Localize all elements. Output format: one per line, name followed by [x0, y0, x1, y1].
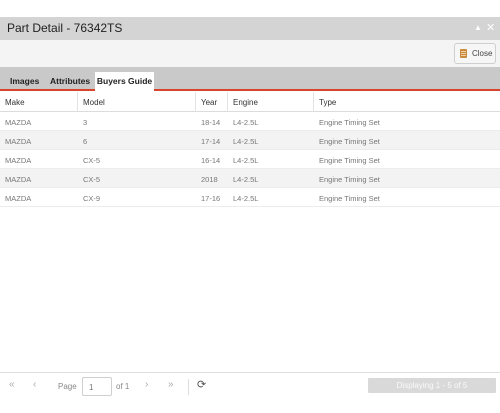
column-header-make[interactable]: Make: [0, 92, 78, 112]
next-page-icon[interactable]: ›: [145, 379, 148, 390]
cell-engine: L4-2.5L: [233, 194, 259, 203]
cell-year: 17-14: [201, 137, 221, 146]
last-page-icon[interactable]: »: [168, 379, 174, 390]
cell-type: Engine Timing Set: [319, 194, 380, 203]
cell-year: 16-14: [201, 156, 221, 165]
tab-attributes[interactable]: Attributes: [50, 71, 90, 90]
cell-type: Engine Timing Set: [319, 156, 380, 165]
cell-engine: L4-2.5L: [233, 118, 259, 127]
page-number-input[interactable]: 1: [82, 377, 112, 396]
column-header-year[interactable]: Year: [196, 92, 228, 112]
display-count-label: Displaying 1 - 5 of 5: [368, 378, 496, 393]
close-button[interactable]: Close: [454, 43, 496, 64]
column-header-model[interactable]: Model: [78, 92, 196, 112]
cell-make: MAZDA: [5, 118, 32, 127]
cell-make: MAZDA: [5, 175, 32, 184]
paging-toolbar: « ‹ Page 1 of 1 › » ⟳ Displaying 1 - 5 o…: [0, 372, 500, 400]
table-row[interactable]: MAZDA CX-9 17-16 L4-2.5L Engine Timing S…: [0, 188, 500, 207]
cell-make: MAZDA: [5, 137, 32, 146]
refresh-icon[interactable]: ⟳: [197, 378, 206, 391]
cell-year: 18-14: [201, 118, 221, 127]
cell-make: MAZDA: [5, 194, 32, 203]
pager-divider: [188, 379, 189, 395]
previous-page-icon[interactable]: ‹: [33, 379, 36, 390]
cell-model: CX-5: [83, 175, 101, 184]
table-row[interactable]: MAZDA 3 18-14 L4-2.5L Engine Timing Set: [0, 112, 500, 131]
tab-buyers-guide[interactable]: Buyers Guide: [95, 72, 154, 91]
cell-engine: L4-2.5L: [233, 137, 259, 146]
close-button-label: Close: [472, 49, 493, 58]
page-count-label: of 1: [116, 382, 130, 391]
buyers-guide-grid: Make Model Year Engine Type MAZDA 3 18-1…: [0, 92, 500, 207]
cell-model: 6: [83, 137, 88, 146]
cell-type: Engine Timing Set: [319, 175, 380, 184]
window-toolbar: [0, 40, 500, 67]
cell-type: Engine Timing Set: [319, 137, 380, 146]
cell-model: 3: [83, 118, 88, 127]
column-header-engine[interactable]: Engine: [228, 92, 314, 112]
close-document-icon: [460, 49, 467, 58]
table-row[interactable]: MAZDA CX-5 16-14 L4-2.5L Engine Timing S…: [0, 150, 500, 169]
close-icon[interactable]: ✕: [486, 21, 495, 35]
window-title: Part Detail - 76342TS: [7, 21, 123, 35]
window-titlebar: Part Detail - 76342TS ▲ ✕: [0, 17, 500, 40]
cell-year: 17-16: [201, 194, 221, 203]
chevron-up-icon[interactable]: ▲: [474, 21, 482, 35]
table-row[interactable]: MAZDA 6 17-14 L4-2.5L Engine Timing Set: [0, 131, 500, 150]
cell-year: 2018: [201, 175, 218, 184]
first-page-icon[interactable]: «: [9, 379, 15, 390]
grid-header: Make Model Year Engine Type: [0, 92, 500, 112]
cell-type: Engine Timing Set: [319, 118, 380, 127]
column-header-type[interactable]: Type: [314, 92, 500, 112]
cell-model: CX-9: [83, 194, 101, 203]
tab-images[interactable]: Images: [10, 71, 39, 90]
table-row[interactable]: MAZDA CX-5 2018 L4-2.5L Engine Timing Se…: [0, 169, 500, 188]
tab-bar: Images Attributes Buyers Guide: [0, 67, 500, 91]
cell-engine: L4-2.5L: [233, 156, 259, 165]
cell-engine: L4-2.5L: [233, 175, 259, 184]
cell-model: CX-5: [83, 156, 101, 165]
page-label: Page: [58, 382, 77, 391]
cell-make: MAZDA: [5, 156, 32, 165]
